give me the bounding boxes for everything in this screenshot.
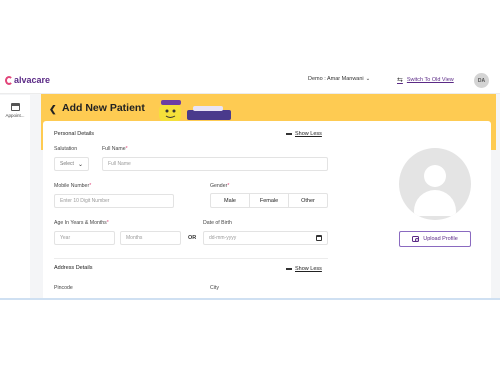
- user-selector[interactable]: Demo : Amar Manwani ⌄: [308, 76, 370, 82]
- switch-view-link[interactable]: ⇆ Switch To Old View: [397, 76, 454, 84]
- age-label: Age In Years & Months*: [54, 220, 109, 226]
- salutation-label: Salutation: [54, 146, 78, 152]
- age-months-input[interactable]: Months: [120, 231, 181, 245]
- chevron-down-icon: ⌄: [77, 161, 83, 168]
- age-year-input[interactable]: Year: [54, 231, 115, 245]
- address-show-less-toggle[interactable]: Show Less: [286, 266, 322, 272]
- app-window: alvacare Demo : Amar Manwani ⌄ ⇆ Switch …: [0, 66, 500, 300]
- or-separator: OR: [188, 235, 197, 241]
- gender-option-other[interactable]: Other: [289, 194, 327, 207]
- minus-icon: [286, 133, 292, 135]
- back-chevron-icon[interactable]: ❮: [49, 104, 57, 115]
- calendar-icon: [10, 103, 20, 111]
- personal-show-less-toggle[interactable]: Show Less: [286, 131, 322, 137]
- minus-icon: [286, 268, 292, 270]
- city-label: City: [210, 285, 219, 291]
- address-details-title: Address Details: [54, 265, 93, 271]
- mobile-number-input[interactable]: Enter 10 Digit Number: [54, 194, 174, 208]
- camera-icon: [412, 236, 420, 242]
- rail-item-label: Appoint...: [5, 113, 25, 118]
- person-silhouette-icon: [424, 165, 446, 187]
- gender-option-female[interactable]: Female: [250, 194, 289, 207]
- upload-profile-label: Upload Profile: [423, 236, 458, 242]
- pincode-label: Pincode: [54, 285, 73, 291]
- rail-item-appointments[interactable]: Appoint...: [2, 103, 28, 118]
- logo-mark-icon: [5, 75, 13, 85]
- brand-name: alvacare: [14, 75, 51, 85]
- swap-arrows-icon: ⇆: [397, 77, 403, 84]
- top-bar: alvacare Demo : Amar Manwani ⌄ ⇆ Switch …: [0, 66, 500, 94]
- gender-option-male[interactable]: Male: [211, 194, 250, 207]
- avatar[interactable]: DA: [474, 73, 489, 88]
- personal-details-title: Personal Details: [54, 131, 95, 137]
- left-rail: Appoint...: [0, 95, 30, 298]
- brand-logo[interactable]: alvacare: [5, 75, 50, 85]
- gender-label: Gender*: [210, 183, 230, 189]
- show-less-label: Show Less: [295, 266, 322, 272]
- dob-placeholder: dd-mm-yyyy: [209, 235, 237, 241]
- salutation-value: Select: [60, 161, 74, 167]
- patient-form-card: Personal Details Show Less Salutation Se…: [43, 121, 491, 298]
- switch-view-label: Switch To Old View: [406, 77, 454, 83]
- upload-profile-button[interactable]: Upload Profile: [399, 231, 471, 247]
- chevron-down-icon: ⌄: [365, 76, 371, 82]
- dob-input[interactable]: dd-mm-yyyy: [203, 231, 328, 245]
- salutation-select[interactable]: Select ⌄: [54, 157, 89, 171]
- calendar-icon[interactable]: [316, 235, 322, 241]
- dob-label: Date of Birth: [203, 220, 232, 226]
- profile-photo-placeholder: [399, 148, 471, 220]
- gender-selector: Male Female Other: [210, 193, 328, 208]
- section-divider: [54, 258, 328, 259]
- show-less-label: Show Less: [295, 131, 322, 137]
- full-name-input[interactable]: Full Name: [102, 157, 328, 171]
- mobile-number-label: Mobile Number*: [54, 183, 92, 189]
- page-title: Add New Patient: [62, 102, 145, 114]
- user-label: Demo : Amar Manwani: [308, 76, 364, 82]
- full-name-label: Full Name*: [102, 146, 128, 152]
